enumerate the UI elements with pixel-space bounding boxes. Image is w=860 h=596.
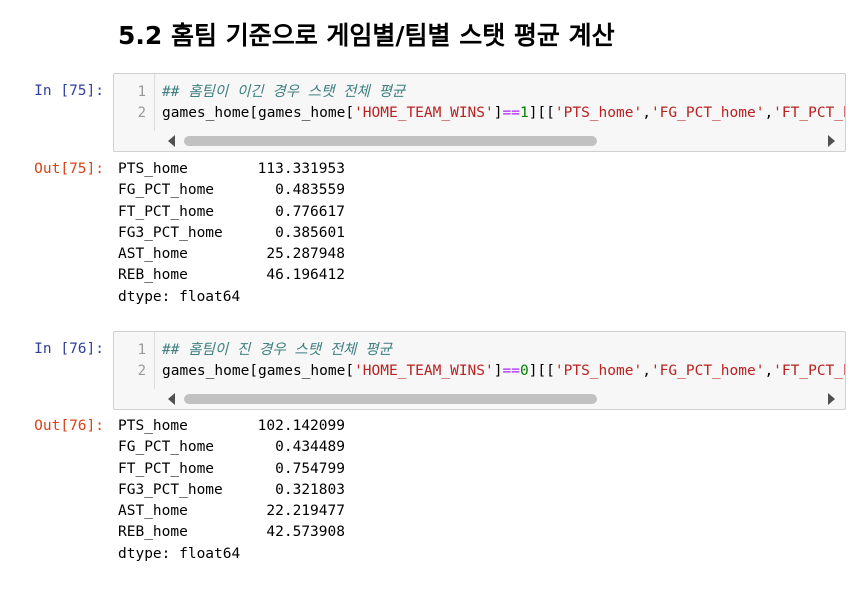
code-comment[interactable]: ## 홈팀이 이긴 경우 스탯 전체 평균 — [162, 82, 405, 103]
code-line[interactable]: games_home[games_home['HOME_TEAM_WINS']=… — [162, 103, 845, 124]
output-prompt-76: Out[76]: — [34, 418, 104, 434]
scroll-right-arrow-icon[interactable] — [828, 135, 835, 147]
code-line[interactable]: games_home[games_home['HOME_TEAM_WINS']=… — [162, 361, 845, 382]
line-number-gutter: 1 2 — [114, 332, 155, 389]
section-heading: 5.2 홈팀 기준으로 게임별/팀별 스탯 평균 계산 — [118, 21, 615, 50]
scroll-right-arrow-icon[interactable] — [828, 393, 835, 405]
horizontal-scrollbar[interactable] — [154, 389, 845, 409]
horizontal-scrollbar[interactable] — [154, 131, 845, 151]
scroll-left-arrow-icon[interactable] — [168, 135, 175, 147]
input-prompt-75: In [75]: — [34, 83, 104, 99]
input-prompt-76: In [76]: — [34, 341, 104, 357]
line-number: 2 — [137, 105, 146, 121]
line-number: 2 — [137, 363, 146, 379]
scroll-left-arrow-icon[interactable] — [168, 393, 175, 405]
scrollbar-thumb[interactable] — [184, 394, 597, 404]
code-cell-76[interactable]: 1 2 ## 홈팀이 진 경우 스탯 전체 평균 games_home[game… — [113, 331, 846, 410]
line-number-gutter: 1 2 — [114, 74, 155, 131]
output-text-75: PTS_home 113.331953 FG_PCT_home 0.483559… — [118, 161, 345, 305]
scrollbar-thumb[interactable] — [184, 136, 597, 146]
output-text-76: PTS_home 102.142099 FG_PCT_home 0.434489… — [118, 418, 345, 562]
line-number: 1 — [137, 342, 146, 358]
line-number: 1 — [137, 84, 146, 100]
code-comment[interactable]: ## 홈팀이 진 경우 스탯 전체 평균 — [162, 340, 392, 361]
code-cell-75[interactable]: 1 2 ## 홈팀이 이긴 경우 스탯 전체 평균 games_home[gam… — [113, 73, 846, 152]
output-prompt-75: Out[75]: — [34, 161, 104, 177]
